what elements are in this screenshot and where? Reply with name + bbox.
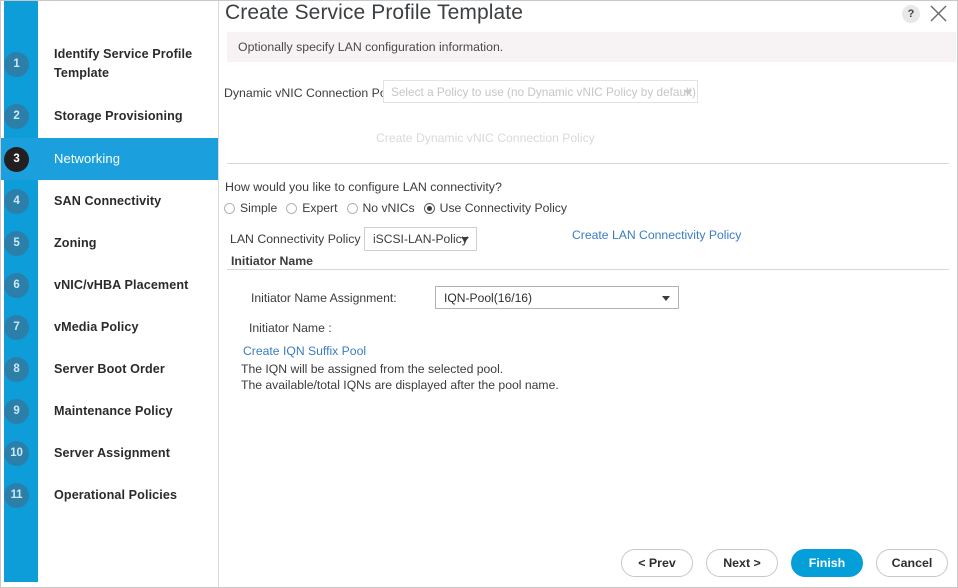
dynamic-vnic-policy-placeholder: Select a Policy to use (no Dynamic vNIC … <box>391 85 696 99</box>
sidebar-item-san-connectivity[interactable]: 4 SAN Connectivity <box>1 180 218 222</box>
info-banner-text: Optionally specify LAN configuration inf… <box>238 40 504 54</box>
radio-label: Use Connectivity Policy <box>439 201 567 215</box>
sidebar-item-label: Storage Provisioning <box>54 109 183 123</box>
section-divider-initiator <box>227 269 949 270</box>
create-lan-connectivity-policy-link[interactable]: Create LAN Connectivity Policy <box>572 228 741 242</box>
step-number-badge: 3 <box>4 146 29 172</box>
chevron-down-icon <box>684 90 692 95</box>
initiator-help-line-2: The available/total IQNs are displayed a… <box>241 377 559 392</box>
initiator-name-assignment-label: Initiator Name Assignment: <box>251 291 397 305</box>
radio-simple[interactable]: Simple <box>224 201 277 215</box>
section-divider-top <box>227 163 949 164</box>
radio-dot-icon <box>346 202 358 214</box>
info-banner: Optionally specify LAN configuration inf… <box>227 32 956 62</box>
sidebar-item-label: vNIC/vHBA Placement <box>54 278 189 292</box>
radio-dot-icon <box>423 202 435 214</box>
dynamic-vnic-policy-label: Dynamic vNIC Connection Policy: <box>224 86 408 100</box>
lan-connectivity-policy-label: LAN Connectivity Policy : <box>230 232 368 246</box>
chevron-down-icon <box>662 296 670 301</box>
sidebar-item-networking[interactable]: 3 Networking <box>1 138 218 180</box>
step-number-badge: 2 <box>4 103 29 129</box>
page-title: Create Service Profile Template <box>225 1 524 24</box>
lan-connectivity-policy-select[interactable]: iSCSI-LAN-Policy <box>364 227 477 251</box>
chevron-down-icon <box>461 237 469 242</box>
next-button[interactable]: Next > <box>706 549 778 577</box>
step-number-badge: 7 <box>4 314 29 340</box>
sidebar-item-label: SAN Connectivity <box>54 194 162 208</box>
step-number-badge: 9 <box>4 398 29 424</box>
prev-button[interactable]: < Prev <box>621 549 693 577</box>
cancel-button[interactable]: Cancel <box>876 549 948 577</box>
sidebar-item-vnic-vhba-placement[interactable]: 6 vNIC/vHBA Placement <box>1 264 218 306</box>
sidebar-item-label: vMedia Policy <box>54 320 139 334</box>
sidebar-item-label: Server Assignment <box>54 446 171 460</box>
sidebar-item-label: Maintenance Policy <box>54 404 173 418</box>
help-icon[interactable]: ? <box>902 5 920 23</box>
lan-connectivity-question: How would you like to configure LAN conn… <box>225 180 502 194</box>
lan-connectivity-policy-value: iSCSI-LAN-Policy <box>373 232 468 246</box>
step-number-badge: 10 <box>4 440 29 466</box>
initiator-help-text: The IQN will be assigned from the select… <box>241 362 559 393</box>
sidebar-item-server-assignment[interactable]: 10 Server Assignment <box>1 432 218 474</box>
dynamic-vnic-policy-select[interactable]: Select a Policy to use (no Dynamic vNIC … <box>383 80 698 103</box>
initiator-help-line-1: The IQN will be assigned from the select… <box>241 362 504 376</box>
sidebar-item-server-boot-order[interactable]: 8 Server Boot Order <box>1 348 218 390</box>
step-number-badge: 11 <box>4 482 29 508</box>
radio-use-connectivity-policy[interactable]: Use Connectivity Policy <box>423 201 567 215</box>
create-service-profile-template-dialog: 1 Identify Service Profile Template 2 St… <box>0 0 958 588</box>
lan-connectivity-radio-group: Simple Expert No vNICs Use Connectivity … <box>224 201 576 215</box>
initiator-name-section-header: Initiator Name <box>231 254 313 268</box>
sidebar-item-label: Networking <box>54 151 121 166</box>
step-number-badge: 4 <box>4 188 29 214</box>
sidebar-item-operational-policies[interactable]: 11 Operational Policies <box>1 474 218 516</box>
dialog-footer: < Prev Next > Finish Cancel <box>621 549 948 577</box>
radio-dot-icon <box>224 202 235 214</box>
step-number-badge: 8 <box>4 356 29 382</box>
radio-label: No vNICs <box>362 201 415 215</box>
dialog-titlebar: Create Service Profile Template ? <box>219 1 957 30</box>
sidebar-item-label: Operational Policies <box>54 488 178 502</box>
step-number-badge: 5 <box>4 230 29 256</box>
sidebar-item-maintenance-policy[interactable]: 9 Maintenance Policy <box>1 390 218 432</box>
sidebar-item-storage-provisioning[interactable]: 2 Storage Provisioning <box>1 95 218 137</box>
initiator-name-assignment-value: IQN-Pool(16/16) <box>444 291 533 305</box>
radio-label: Simple <box>240 201 278 215</box>
radio-label: Expert <box>302 201 338 215</box>
create-iqn-suffix-pool-link[interactable]: Create IQN Suffix Pool <box>243 344 366 358</box>
step-number-badge: 1 <box>4 51 29 77</box>
sidebar-item-identify-service-profile-template[interactable]: 1 Identify Service Profile Template <box>1 43 218 85</box>
sidebar-item-label: Identify Service Profile Template <box>54 47 193 80</box>
sidebar-item-vmedia-policy[interactable]: 7 vMedia Policy <box>1 306 218 348</box>
sidebar-item-label: Zoning <box>54 236 97 250</box>
finish-button[interactable]: Finish <box>791 549 863 577</box>
radio-dot-icon <box>286 202 298 214</box>
radio-expert[interactable]: Expert <box>286 201 338 215</box>
close-icon[interactable] <box>928 3 949 24</box>
initiator-name-label: Initiator Name : <box>249 321 332 335</box>
wizard-main-panel: Create Service Profile Template ? Option… <box>219 1 957 587</box>
sidebar-item-label: Server Boot Order <box>54 362 165 376</box>
initiator-name-assignment-select[interactable]: IQN-Pool(16/16) <box>435 286 679 309</box>
step-number-badge: 6 <box>4 272 29 298</box>
radio-no-vnics[interactable]: No vNICs <box>346 201 415 215</box>
create-dynamic-vnic-connection-policy-link[interactable]: Create Dynamic vNIC Connection Policy <box>376 131 595 145</box>
sidebar-item-zoning[interactable]: 5 Zoning <box>1 222 218 264</box>
